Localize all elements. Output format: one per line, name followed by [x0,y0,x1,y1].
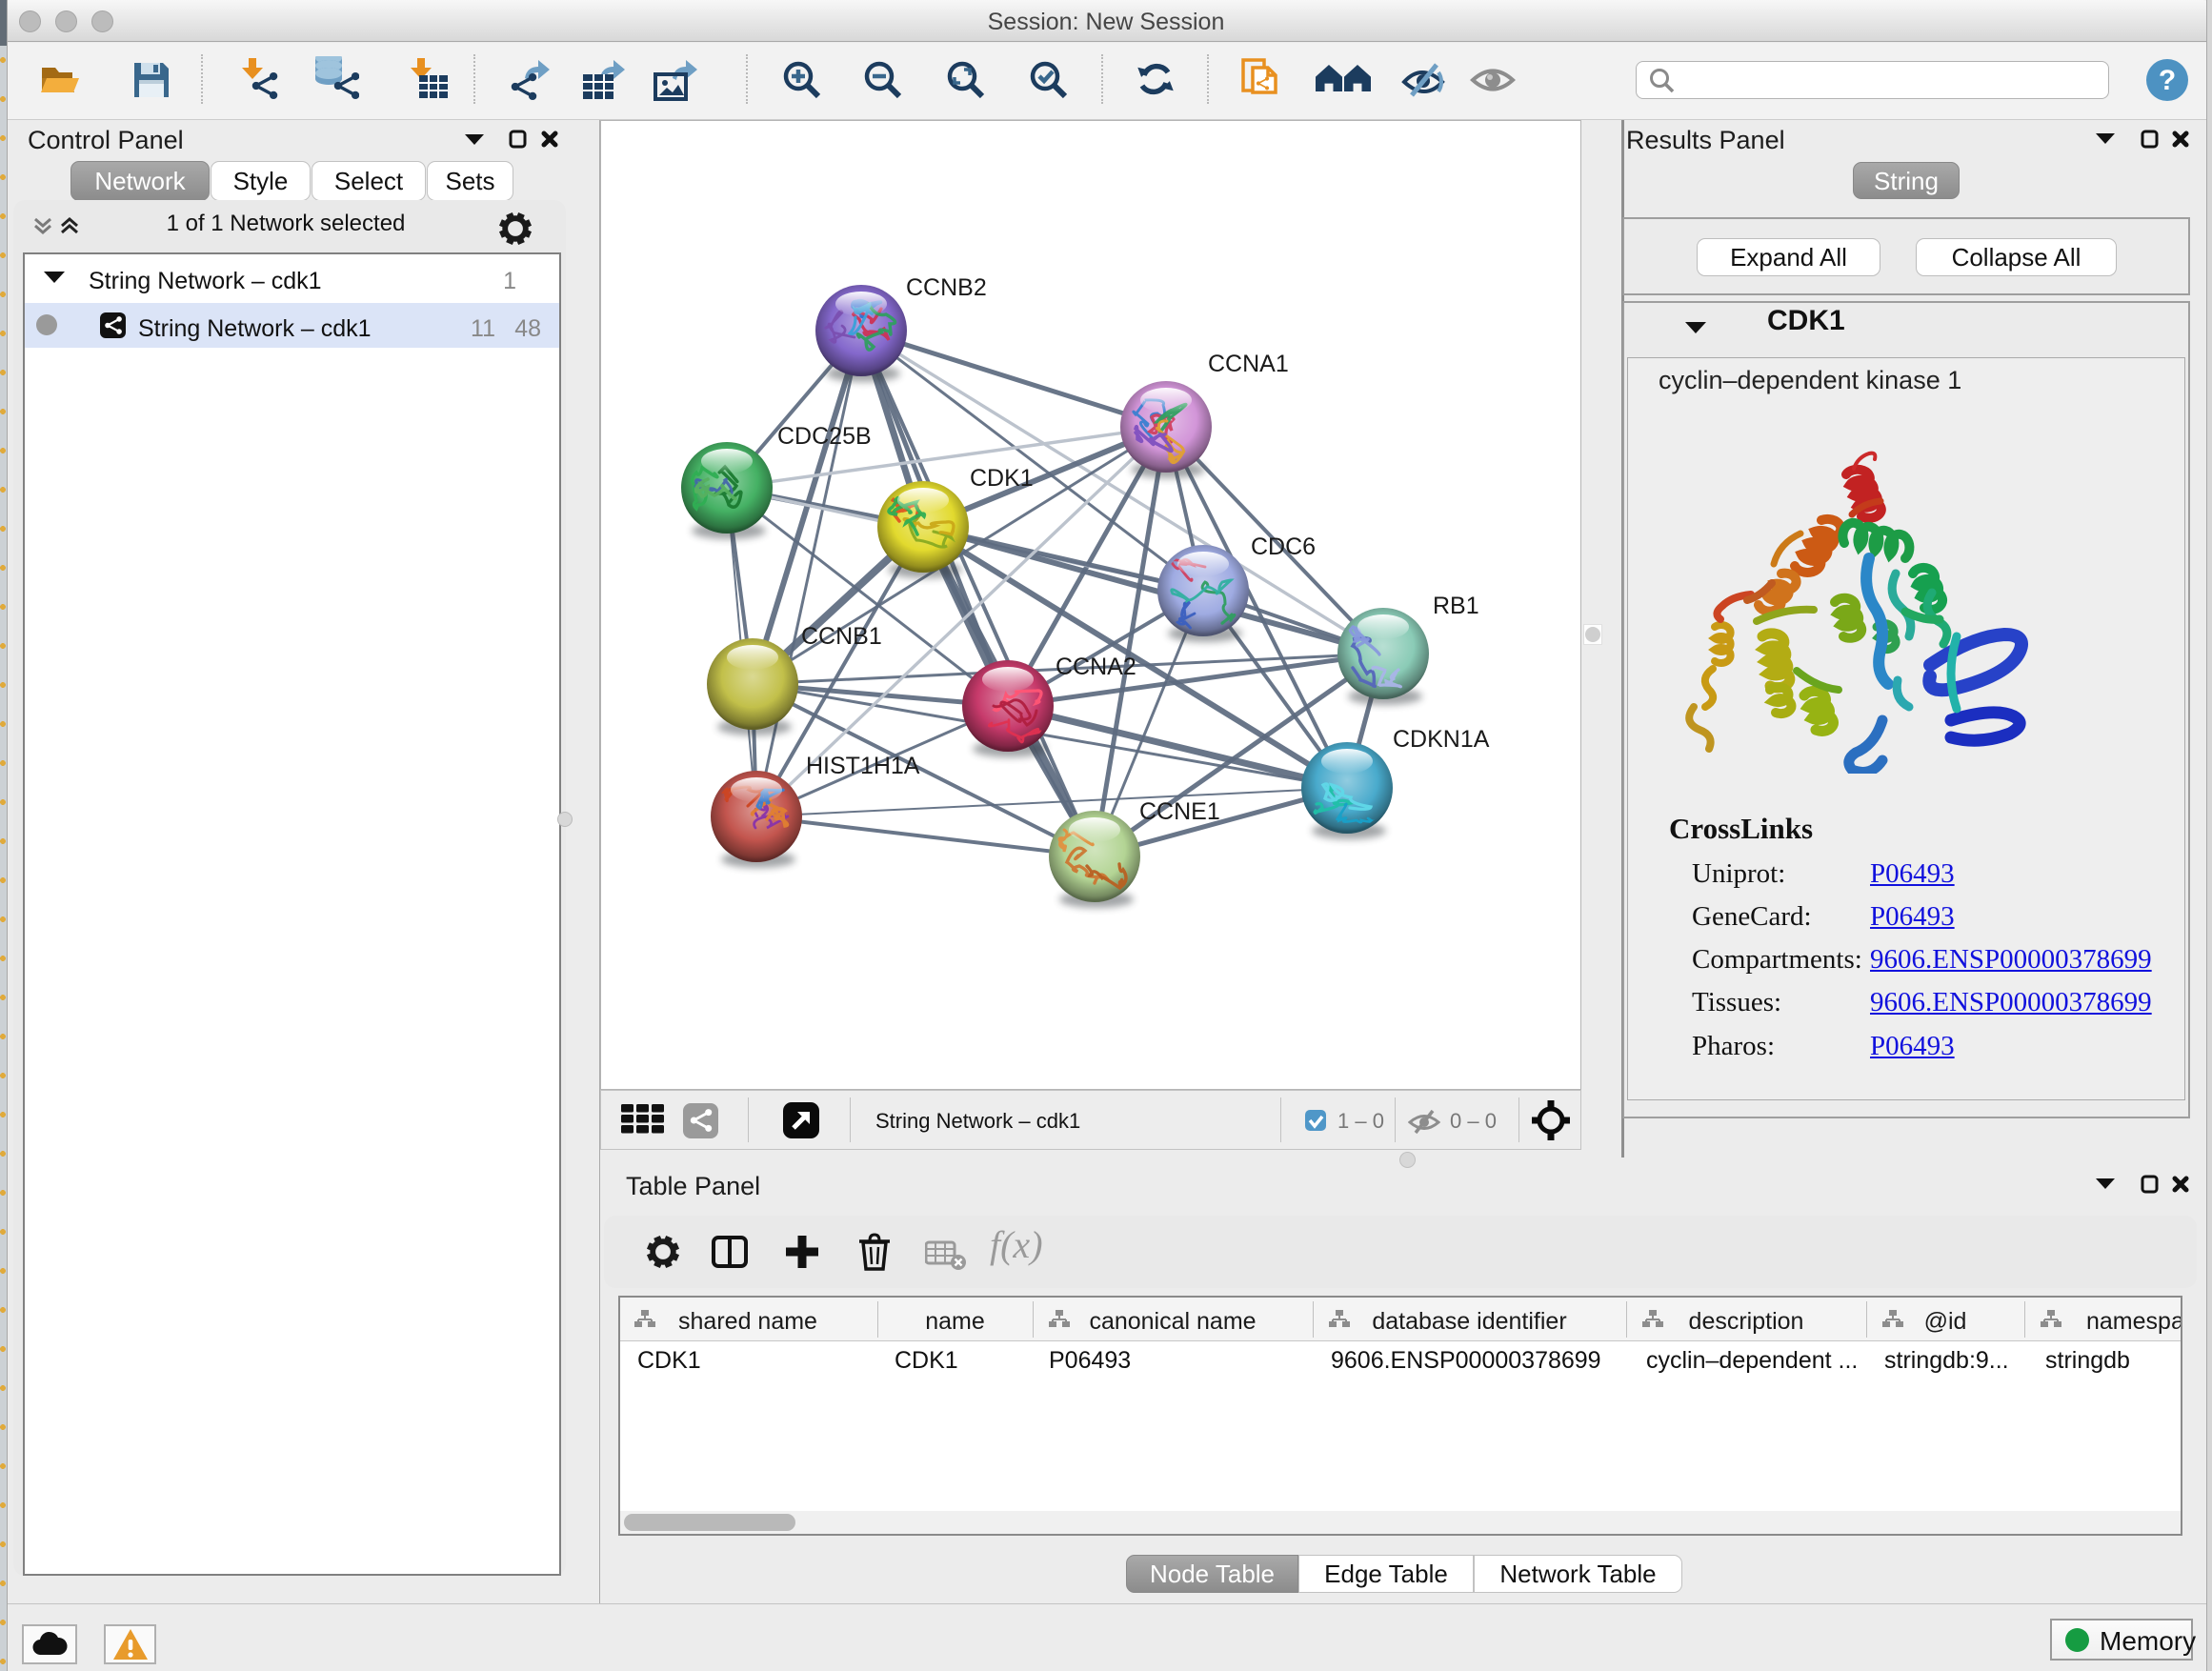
svg-text:HIST1H1A: HIST1H1A [806,753,920,779]
svg-text:CCNA1: CCNA1 [1208,351,1289,377]
svg-text:CCNA2: CCNA2 [1056,654,1136,680]
svg-text:CCNB2: CCNB2 [906,274,987,301]
svg-text:CCNB1: CCNB1 [801,623,882,650]
svg-text:CDKN1A: CDKN1A [1393,726,1490,753]
svg-text:CDC6: CDC6 [1251,534,1316,560]
svg-text:CDK1: CDK1 [970,465,1034,492]
svg-text:?: ? [2159,65,2176,96]
svg-text:RB1: RB1 [1433,593,1479,619]
svg-text:CCNE1: CCNE1 [1139,798,1220,825]
svg-text:CDC25B: CDC25B [777,423,872,450]
